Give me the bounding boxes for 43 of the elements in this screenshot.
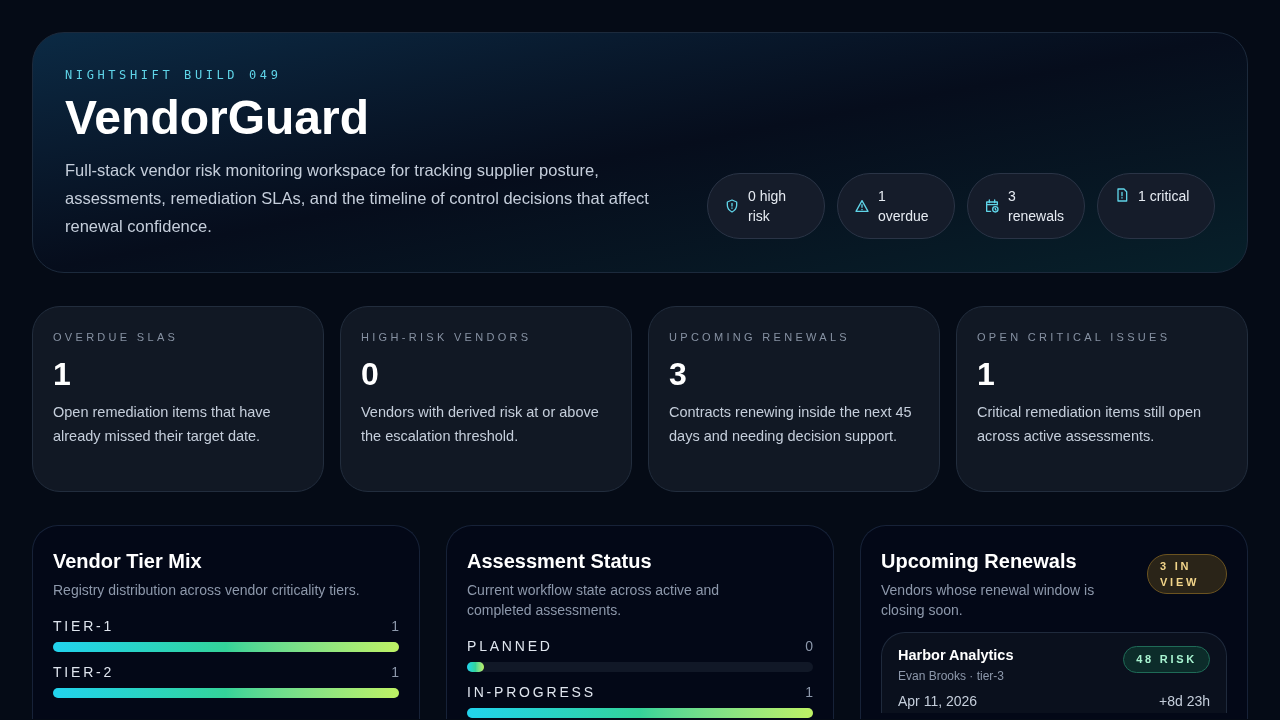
warning-icon bbox=[854, 198, 870, 214]
hero-description: Full-stack vendor risk monitoring workspace for tracking supplier posture, assessments, remediation SLAs, and the timeline of control decisions that affect renewal confidence. bbox=[65, 160, 650, 237]
bar-count: 1 bbox=[805, 683, 813, 702]
panel-subtitle: Vendors whose renewal window is closing soon. bbox=[881, 581, 1096, 620]
pill-label: 1 overdue bbox=[878, 187, 930, 226]
renewal-countdown: +8d 23h bbox=[1159, 693, 1210, 709]
stat-value: 1 bbox=[53, 354, 72, 394]
stat-label: OPEN CRITICAL ISSUES bbox=[977, 330, 1172, 345]
vendor-name: Harbor Analytics bbox=[898, 646, 1014, 665]
bar-label: IN-PROGRESS bbox=[467, 683, 596, 702]
risk-badge: 48 RISK bbox=[1123, 646, 1210, 673]
calendar-clock-icon bbox=[984, 198, 1000, 214]
pill-label: 1 critical bbox=[1138, 187, 1190, 206]
stat-label: HIGH-RISK VENDORS bbox=[361, 330, 533, 345]
app-title: VendorGuard bbox=[65, 90, 371, 146]
stat-description: Critical remediation items still open across active assessments. bbox=[977, 402, 1203, 446]
pill-label: 0 high risk bbox=[748, 187, 788, 226]
document-alert-icon bbox=[1114, 187, 1130, 203]
stat-description: Contracts renewing inside the next 45 days and needing decision support. bbox=[669, 402, 913, 446]
bar-label: PLANNED bbox=[467, 637, 553, 656]
bar-label: TIER-1 bbox=[53, 617, 115, 636]
panel-title: Assessment Status bbox=[467, 549, 653, 574]
stat-value: 1 bbox=[977, 354, 996, 394]
vendor-meta: Evan Brooks · tier-3 bbox=[898, 668, 1006, 685]
count-badge: 3 IN VIEW bbox=[1147, 554, 1227, 594]
stat-value: 3 bbox=[669, 354, 688, 394]
stat-label: OVERDUE SLAS bbox=[53, 330, 180, 345]
bar-count: 1 bbox=[391, 617, 399, 636]
renewal-date: Apr 11, 2026 bbox=[898, 693, 978, 709]
stat-value: 0 bbox=[361, 354, 380, 394]
panel-title: Vendor Tier Mix bbox=[53, 549, 203, 574]
bar-count: 1 bbox=[391, 663, 399, 682]
stat-description: Open remediation items that have already missed their target date. bbox=[53, 402, 272, 446]
panel-title: Upcoming Renewals bbox=[881, 549, 1078, 574]
pill-label: 3 renewals bbox=[1008, 187, 1066, 226]
stat-label: UPCOMING RENEWALS bbox=[669, 330, 851, 345]
eyebrow-text: NIGHTSHIFT BUILD 049 bbox=[65, 67, 283, 84]
bar-label: TIER-2 bbox=[53, 663, 115, 682]
shield-icon bbox=[724, 198, 740, 214]
panel-subtitle: Current workflow state across active and completed assessments. bbox=[467, 581, 721, 620]
panel-subtitle: Registry distribution across vendor criticality tiers. bbox=[53, 581, 361, 600]
stat-description: Vendors with derived risk at or above the escalation threshold. bbox=[361, 402, 600, 446]
bar-count: 0 bbox=[805, 637, 813, 656]
